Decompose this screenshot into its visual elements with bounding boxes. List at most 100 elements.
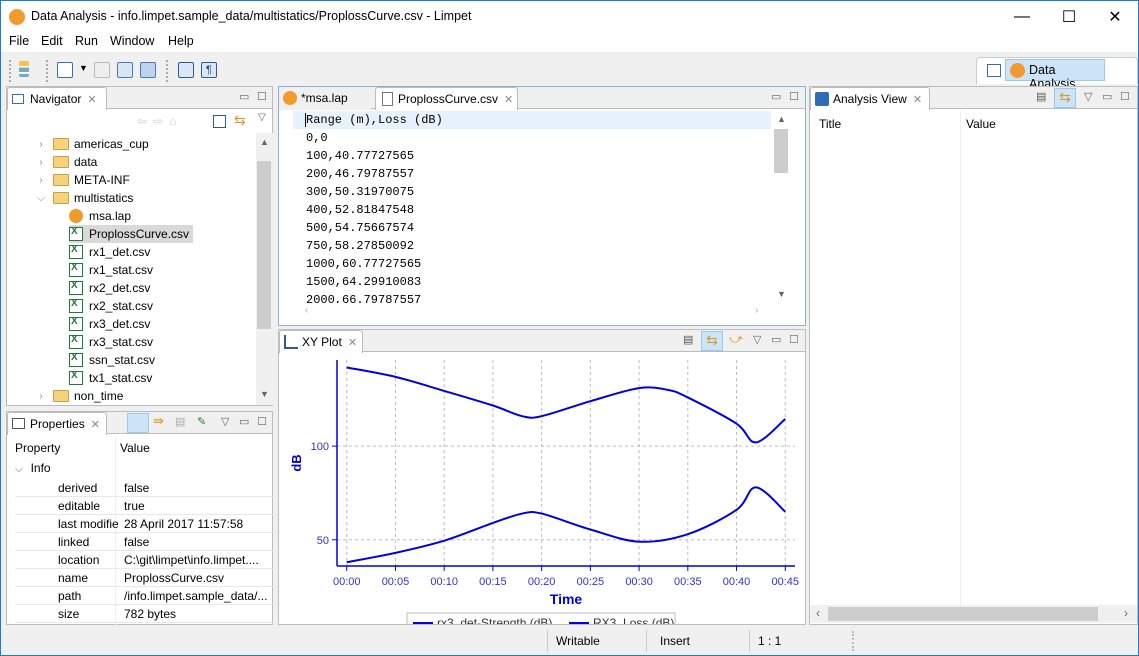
copy-icon[interactable]: ▤ — [683, 333, 693, 346]
tree-file[interactable]: tx1_stat.csv — [69, 369, 156, 387]
column-header-property[interactable]: Property — [15, 441, 60, 455]
toolbar-grip[interactable] — [46, 60, 49, 82]
editor-horizontal-scrollbar[interactable]: ‹ › — [293, 303, 771, 321]
chevron-right-icon[interactable]: › — [35, 157, 47, 168]
minimize-button[interactable]: — — [999, 1, 1045, 32]
show-categories-icon[interactable] — [127, 413, 149, 433]
tab-analysis-view[interactable]: Analysis View ✕ — [810, 87, 930, 110]
column-header-title[interactable]: Title — [819, 117, 841, 131]
property-row[interactable]: name ProplossCurve.csv — [15, 569, 276, 587]
chart-options-icon[interactable]: ⤻ — [729, 331, 743, 347]
close-tab-icon[interactable]: ✕ — [91, 419, 100, 431]
editor-vertical-scrollbar[interactable]: ▲ ▼ — [773, 111, 790, 303]
minimize-view-icon[interactable]: ▭ — [239, 415, 249, 428]
tree-file[interactable]: rx2_stat.csv — [69, 297, 157, 315]
maximize-view-icon[interactable]: ☐ — [789, 90, 799, 103]
tree-file[interactable]: rx1_stat.csv — [69, 261, 157, 279]
close-tab-icon[interactable]: ✕ — [504, 94, 513, 106]
chevron-down-icon[interactable]: ⌵ — [35, 193, 47, 204]
tree-file[interactable]: rx3_stat.csv — [69, 333, 157, 351]
text-editor[interactable]: Range (m),Loss (dB) 0,0 100,40.77727565 200… — [293, 111, 771, 303]
block-selection-icon[interactable] — [178, 62, 194, 78]
tree-file[interactable]: rx2_det.csv — [69, 279, 154, 297]
menu-window[interactable]: Window — [110, 34, 154, 48]
xy-chart[interactable]: 00:00 00:05 00:10 00:15 00:20 00:25 00:30 00:35… — [279, 353, 805, 624]
property-row[interactable]: location C:\git\limpet\info.limpet.... — [15, 551, 276, 569]
analysis-horizontal-scrollbar[interactable]: ‹ › — [810, 605, 1137, 623]
tab-xy-plot[interactable]: XY Plot ✕ — [279, 330, 363, 353]
menu-edit[interactable]: Edit — [41, 34, 63, 48]
tree-file[interactable]: ssn_stat.csv — [69, 351, 159, 369]
tab-properties[interactable]: Properties ✕ — [7, 412, 107, 435]
column-header-value[interactable]: Value — [966, 117, 996, 131]
perspective-data-analysis[interactable]: Data Analysis — [1005, 59, 1105, 91]
tree-folder[interactable]: › americas_cup — [35, 135, 153, 153]
maximize-view-icon[interactable]: ☐ — [1120, 90, 1130, 103]
chevron-right-icon[interactable]: › — [35, 391, 47, 402]
view-menu-icon[interactable]: ▽ — [1084, 90, 1092, 103]
show-whitespace-icon[interactable]: ¶ — [201, 62, 217, 78]
maximize-view-icon[interactable]: ☐ — [789, 333, 799, 346]
scrollbar-thumb[interactable] — [828, 607, 1098, 621]
tree-folder[interactable]: › non_time — [35, 387, 127, 405]
show-view-icon[interactable] — [19, 61, 29, 77]
dropdown-arrow-icon[interactable]: ▼ — [79, 63, 88, 73]
restore-default-icon[interactable]: ▤ — [175, 415, 185, 428]
view-menu-icon[interactable]: ▽ — [258, 112, 266, 123]
toolbar-grip[interactable] — [166, 60, 169, 82]
property-row[interactable]: last modifie 28 April 2017 11:57:58 — [15, 515, 276, 533]
close-tab-icon[interactable]: ✕ — [348, 337, 357, 349]
tree-folder[interactable]: ⌵ multistatics — [35, 189, 137, 207]
minimize-view-icon[interactable]: ▭ — [239, 90, 249, 103]
open-perspective-icon[interactable] — [987, 64, 1001, 77]
scrollbar-thumb[interactable] — [257, 161, 271, 329]
new-wizard-icon[interactable] — [57, 62, 73, 78]
minimize-view-icon[interactable]: ▭ — [1102, 90, 1112, 103]
link-selection-icon[interactable]: ⇆ — [701, 331, 723, 351]
legend-entry[interactable]: RX3_Loss (dB) — [593, 616, 674, 624]
menu-file[interactable]: File — [9, 34, 29, 48]
scrollbar-thumb[interactable] — [774, 129, 788, 173]
tree-file[interactable]: rx1_det.csv — [69, 243, 154, 261]
minimize-view-icon[interactable]: ▭ — [771, 333, 781, 346]
tab-proplosscurve-csv[interactable]: ProplossCurve.csv ✕ — [375, 87, 518, 110]
property-row[interactable]: editable true — [15, 497, 276, 515]
tab-navigator[interactable]: Navigator ✕ — [7, 87, 107, 110]
close-button[interactable]: ✕ — [1092, 1, 1138, 32]
menu-run[interactable]: Run — [75, 34, 98, 48]
toolbar-grip[interactable] — [9, 60, 12, 82]
maximize-button[interactable]: ☐ — [1046, 1, 1092, 32]
chevron-right-icon[interactable]: › — [35, 139, 47, 150]
pin-icon[interactable]: ✎ — [197, 415, 206, 428]
tab-msa-lap[interactable]: *msa.lap — [279, 87, 371, 110]
link-with-editor-icon[interactable]: ⇆ — [234, 112, 246, 129]
close-tab-icon[interactable]: ✕ — [913, 94, 922, 106]
copy-icon[interactable]: ▤ — [1036, 90, 1046, 103]
property-group-info[interactable]: ⌵ Info — [15, 461, 51, 475]
history-nav-icons[interactable]: ⇦⇨⌂ — [137, 114, 182, 128]
tree-folder[interactable]: › data — [35, 153, 101, 171]
property-row[interactable]: linked false — [15, 533, 276, 551]
collapse-all-icon[interactable] — [213, 115, 226, 128]
save-icon[interactable] — [94, 62, 110, 78]
property-row[interactable]: derived false — [15, 479, 276, 497]
tree-file[interactable]: msa.lap — [69, 207, 135, 225]
print-icon[interactable] — [140, 62, 156, 78]
show-advanced-icon[interactable]: ⇛ — [153, 413, 164, 429]
tree-file[interactable]: ProplossCurve.csv — [69, 225, 194, 243]
maximize-view-icon[interactable]: ☐ — [257, 90, 267, 103]
property-row[interactable]: path/info.limpet.sample_data/... — [15, 587, 276, 605]
chevron-right-icon[interactable]: › — [35, 175, 47, 186]
navigator-scrollbar[interactable]: ▲ ▼ — [256, 133, 273, 405]
legend-entry[interactable]: rx3_det-Strength (dB) — [437, 616, 552, 624]
save-all-icon[interactable] — [117, 62, 133, 78]
column-header-value[interactable]: Value — [120, 441, 150, 455]
view-menu-icon[interactable]: ▽ — [753, 333, 761, 346]
view-menu-icon[interactable]: ▽ — [221, 415, 229, 428]
tree-file[interactable]: rx3_det.csv — [69, 315, 154, 333]
menu-help[interactable]: Help — [168, 34, 194, 48]
link-selection-icon[interactable]: ⇆ — [1054, 88, 1076, 108]
tree-folder[interactable]: › META-INF — [35, 171, 134, 189]
property-row[interactable]: size 782 bytes — [15, 605, 276, 623]
minimize-view-icon[interactable]: ▭ — [771, 90, 781, 103]
